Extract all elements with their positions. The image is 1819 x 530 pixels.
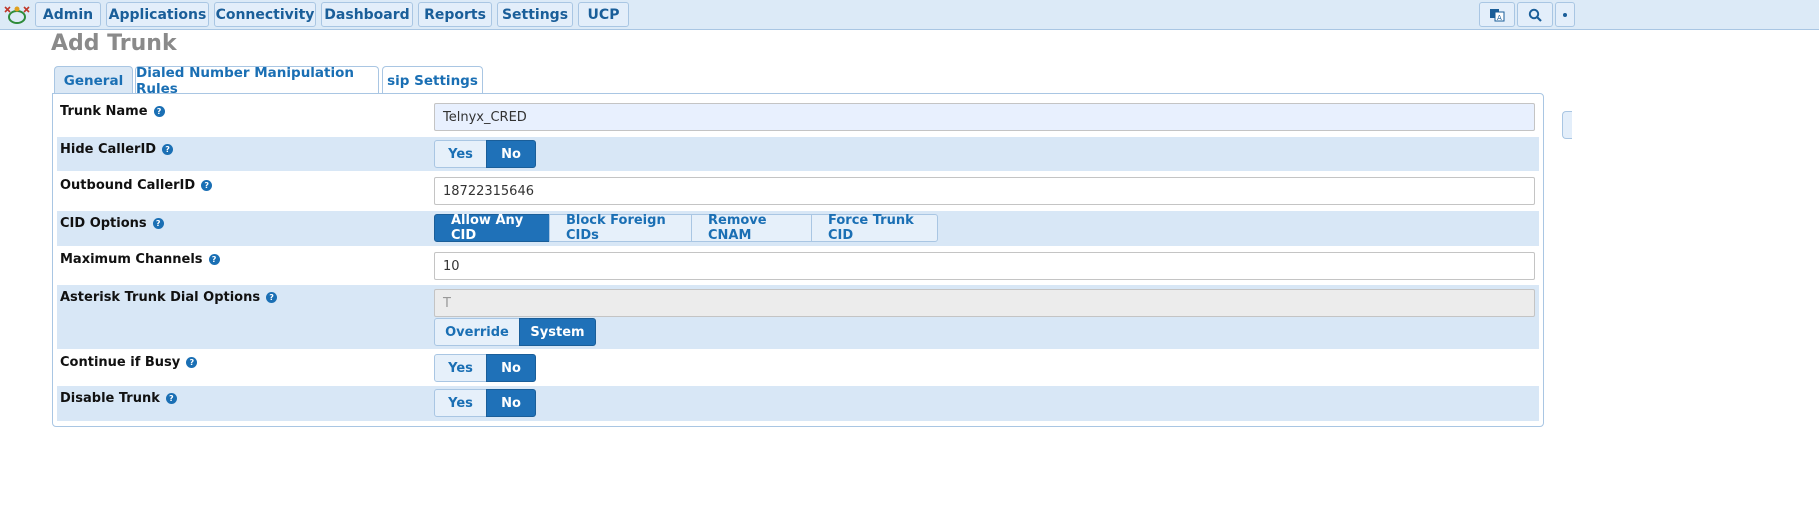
disable-trunk-no[interactable]: No <box>486 389 536 417</box>
outbound-callerid-input[interactable]: 18722315646 <box>434 177 1535 205</box>
help-icon[interactable]: ? <box>165 393 177 404</box>
dial-options-label: Asterisk Trunk Dial Options ? <box>60 290 278 305</box>
nav-settings[interactable]: Settings <box>497 2 573 27</box>
search-icon[interactable] <box>1517 2 1553 27</box>
trunk-name-input[interactable]: Telnyx_CRED <box>434 103 1535 131</box>
hide-callerid-label-text: Hide CallerID <box>60 142 157 157</box>
help-icon[interactable]: ? <box>208 254 220 265</box>
outbound-callerid-label: Outbound CallerID ? <box>60 178 213 193</box>
continue-if-busy-label-text: Continue if Busy <box>60 355 181 370</box>
cid-options-toggle: Allow Any CID Block Foreign CIDs Remove … <box>434 213 938 243</box>
row-continue-if-busy: Continue if Busy ? Yes No <box>57 351 1539 384</box>
cid-options-label: CID Options ? <box>60 216 164 231</box>
page-title: Add Trunk <box>51 31 177 56</box>
dial-options-input[interactable]: T <box>434 289 1535 317</box>
top-nav-bar: Admin Applications Connectivity Dashboar… <box>0 0 1819 30</box>
continue-if-busy-yes[interactable]: Yes <box>434 354 487 382</box>
dial-options-toggle: Override System <box>434 318 596 346</box>
translate-icon[interactable]: A <box>1479 2 1515 27</box>
disable-trunk-yes[interactable]: Yes <box>434 389 487 417</box>
maximum-channels-label: Maximum Channels ? <box>60 252 220 267</box>
hide-callerid-label: Hide CallerID ? <box>60 142 174 157</box>
freepbx-logo[interactable] <box>2 4 32 26</box>
nav-ucp[interactable]: UCP <box>578 2 629 27</box>
row-disable-trunk: Disable Trunk ? Yes No <box>57 386 1539 421</box>
dial-options-override[interactable]: Override <box>434 318 520 346</box>
cid-options-label-text: CID Options <box>60 216 147 231</box>
row-hide-callerid: Hide CallerID ? Yes No <box>57 137 1539 171</box>
row-dial-options: Asterisk Trunk Dial Options ? T Override… <box>57 285 1539 349</box>
row-maximum-channels: Maximum Channels ? 10 <box>57 248 1539 284</box>
help-icon[interactable]: ? <box>152 218 164 229</box>
hide-callerid-yes[interactable]: Yes <box>434 140 487 168</box>
cid-block-foreign[interactable]: Block Foreign CIDs <box>549 213 692 243</box>
outbound-callerid-label-text: Outbound CallerID <box>60 178 196 193</box>
nav-reports[interactable]: Reports <box>418 2 492 27</box>
continue-if-busy-toggle: Yes No <box>434 354 536 382</box>
help-icon[interactable]: ? <box>201 180 213 191</box>
row-cid-options: CID Options ? Allow Any CID Block Foreig… <box>57 211 1539 246</box>
disable-trunk-label: Disable Trunk ? <box>60 391 177 406</box>
svg-text:A: A <box>1497 14 1502 22</box>
row-trunk-name: Trunk Name ? Telnyx_CRED <box>57 100 1539 135</box>
maximum-channels-input[interactable]: 10 <box>434 252 1535 280</box>
continue-if-busy-no[interactable]: No <box>486 354 536 382</box>
tab-dialed-number-manipulation-rules[interactable]: Dialed Number Manipulation Rules <box>135 65 379 97</box>
maximum-channels-label-text: Maximum Channels <box>60 252 203 267</box>
dial-options-system[interactable]: System <box>519 318 596 346</box>
more-icon[interactable] <box>1555 2 1575 27</box>
help-icon[interactable]: ? <box>266 292 278 303</box>
help-icon[interactable]: ? <box>162 144 174 155</box>
nav-connectivity[interactable]: Connectivity <box>214 2 316 27</box>
hide-callerid-no[interactable]: No <box>486 140 536 168</box>
side-panel-handle[interactable] <box>1562 111 1572 139</box>
nav-applications[interactable]: Applications <box>106 2 209 27</box>
dial-options-label-text: Asterisk Trunk Dial Options <box>60 290 261 305</box>
tab-sip-settings[interactable]: sip Settings <box>382 66 483 94</box>
nav-admin[interactable]: Admin <box>35 2 101 27</box>
row-outbound-callerid: Outbound CallerID ? 18722315646 <box>57 173 1539 209</box>
disable-trunk-toggle: Yes No <box>434 389 536 417</box>
trunk-name-label-text: Trunk Name <box>60 104 148 119</box>
trunk-name-label: Trunk Name ? <box>60 104 165 119</box>
cid-force-trunk[interactable]: Force Trunk CID <box>811 213 938 243</box>
continue-if-busy-label: Continue if Busy ? <box>60 355 198 370</box>
cid-remove-cnam[interactable]: Remove CNAM <box>691 213 812 243</box>
hide-callerid-toggle: Yes No <box>434 140 536 168</box>
nav-dashboard[interactable]: Dashboard <box>321 2 413 27</box>
help-icon[interactable]: ? <box>153 106 165 117</box>
tab-general[interactable]: General <box>54 66 133 94</box>
help-icon[interactable]: ? <box>186 357 198 368</box>
disable-trunk-label-text: Disable Trunk <box>60 391 160 406</box>
cid-allow-any[interactable]: Allow Any CID <box>434 213 550 243</box>
